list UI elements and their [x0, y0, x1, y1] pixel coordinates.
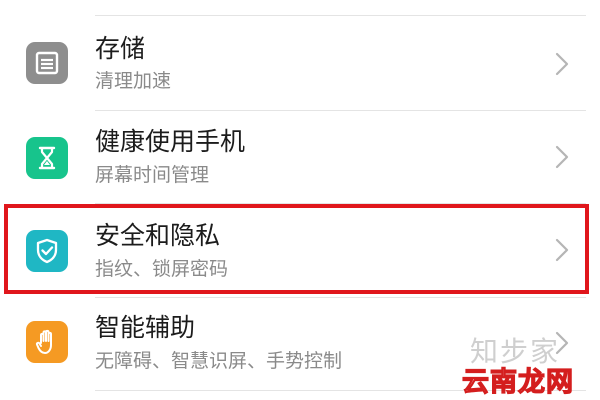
settings-item-subtitle: 屏幕时间管理: [95, 164, 210, 186]
settings-item-subtitle: 清理加速: [95, 70, 172, 92]
chevron-right-icon: [555, 52, 569, 76]
shield-check-icon: [26, 230, 68, 272]
divider: [95, 15, 586, 16]
settings-item-title: 智能辅助: [95, 313, 196, 342]
settings-item-storage[interactable]: 存储 清理加速: [0, 18, 600, 110]
settings-item-title: 健康使用手机: [95, 127, 246, 156]
chevron-right-icon: [555, 238, 569, 262]
settings-item-digital-wellbeing[interactable]: 健康使用手机 屏幕时间管理: [0, 111, 600, 203]
chevron-right-icon: [555, 145, 569, 169]
settings-item-subtitle: 指纹、锁屏密码: [95, 258, 229, 280]
settings-screen: 存储 清理加速 健康使用手机 屏幕时间管理 安全和隐私 指纹、锁屏密码 智能辅助…: [0, 0, 600, 400]
hourglass-icon: [26, 137, 68, 179]
settings-item-subtitle: 无障碍、智慧识屏、手势控制: [95, 350, 343, 372]
divider: [95, 203, 586, 204]
settings-item-security-privacy[interactable]: 安全和隐私 指纹、锁屏密码: [0, 205, 600, 297]
hand-icon: [26, 321, 68, 363]
settings-item-title: 安全和隐私: [95, 221, 221, 250]
watermark-line2: 云南龙网: [461, 366, 574, 398]
settings-item-title: 存储: [95, 34, 146, 63]
watermark: 知步家 云南龙网: [461, 330, 596, 399]
storage-icon: [26, 42, 68, 84]
